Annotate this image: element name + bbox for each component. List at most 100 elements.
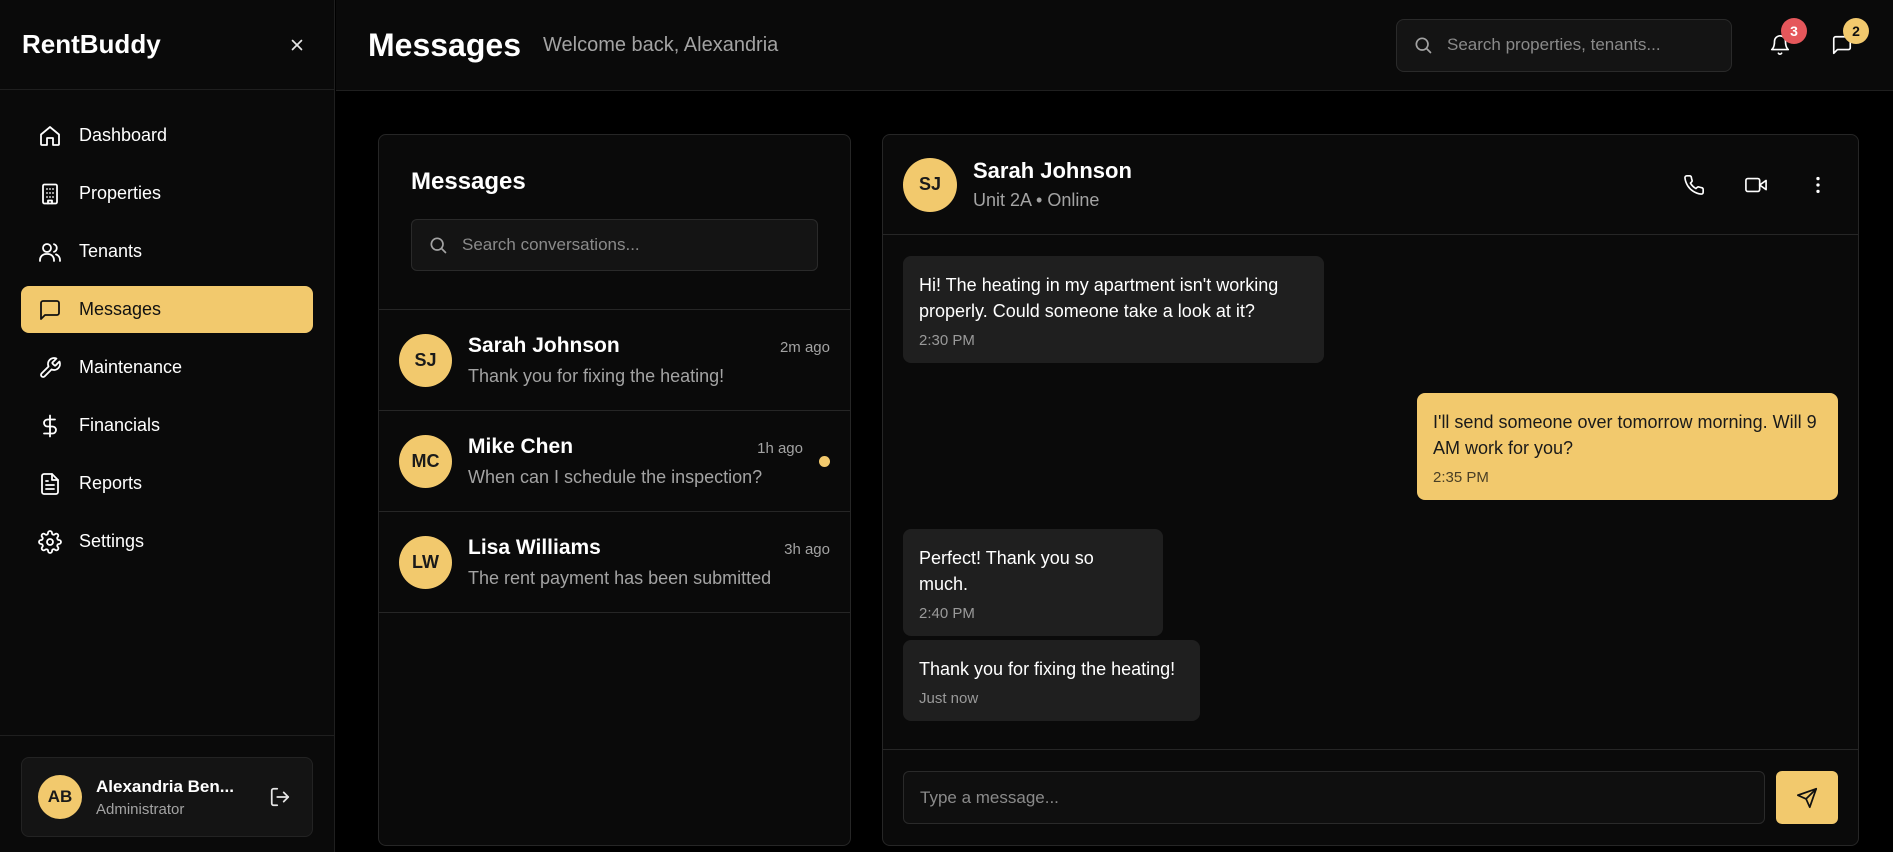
conversation-time: 3h ago xyxy=(784,540,830,558)
sidebar-item-financials[interactable]: Financials xyxy=(21,402,313,449)
chat-contact-status: Unit 2A • Online xyxy=(973,190,1100,210)
conversation-time: 2m ago xyxy=(779,338,830,356)
conversation-name: Lisa Williams xyxy=(468,535,601,559)
home-icon xyxy=(37,123,63,149)
logout-icon xyxy=(270,787,290,807)
unread-indicator xyxy=(819,455,830,467)
sidebar-item-messages[interactable]: Messages xyxy=(21,286,313,333)
message-time: 2:30 PM xyxy=(919,332,975,349)
chat-contact-info: Sarah Johnson Unit 2A • Online xyxy=(973,158,1658,211)
chat-actions xyxy=(1674,165,1838,205)
more-vertical-icon xyxy=(1816,176,1820,193)
sidebar: RentBuddy Dashboard Properties Tenants M… xyxy=(0,0,335,852)
conversation-search-input[interactable] xyxy=(462,235,801,255)
conversation-list-title: Messages xyxy=(411,168,526,195)
conversation-list-panel: Messages SJ Sarah Johnson 2m ago Thank y… xyxy=(378,134,851,846)
conversation-body: Sarah Johnson 2m ago Thank you for fixin… xyxy=(468,334,830,387)
search-icon xyxy=(1415,37,1432,54)
conversation-body: Lisa Williams 3h ago The rent payment ha… xyxy=(468,536,830,589)
chat-panel: SJ Sarah Johnson Unit 2A • Online Hi! Th… xyxy=(882,134,1859,846)
message-bubble-incoming: Hi! The heating in my apartment isn't wo… xyxy=(903,256,1324,363)
conversation-item-sarah-johnson[interactable]: SJ Sarah Johnson 2m ago Thank you for fi… xyxy=(379,310,850,411)
sidebar-item-properties[interactable]: Properties xyxy=(21,170,313,217)
sidebar-footer: AB Alexandria Ben... Administrator xyxy=(0,735,334,852)
message-time: Just now xyxy=(919,690,979,707)
call-button[interactable] xyxy=(1674,165,1714,205)
messages-button[interactable]: 2 xyxy=(1822,18,1869,65)
conversation-search[interactable] xyxy=(411,219,818,271)
message-input-wrapper[interactable] xyxy=(903,771,1765,824)
chat-messages: Hi! The heating in my apartment isn't wo… xyxy=(883,235,1858,751)
message-text: Thank you for fixing the heating! xyxy=(919,659,1176,679)
more-options-button[interactable] xyxy=(1798,165,1838,205)
file-text-icon xyxy=(37,471,63,497)
close-icon xyxy=(291,39,303,50)
notifications-badge: 3 xyxy=(1781,18,1807,44)
conversation-top: Mike Chen 1h ago xyxy=(468,435,803,459)
chat-header: SJ Sarah Johnson Unit 2A • Online xyxy=(883,135,1858,235)
video-call-button[interactable] xyxy=(1736,165,1776,205)
sidebar-item-label: Settings xyxy=(79,531,145,551)
avatar: MC xyxy=(399,434,452,488)
send-button[interactable] xyxy=(1776,771,1838,824)
conversation-name: Mike Chen xyxy=(468,434,574,458)
avatar: SJ xyxy=(903,157,957,212)
sidebar-item-label: Financials xyxy=(79,415,161,435)
avatar: SJ xyxy=(399,333,452,387)
chat-contact-name: Sarah Johnson xyxy=(973,158,1132,183)
close-sidebar-button[interactable] xyxy=(282,30,312,60)
brand-logo: RentBuddy xyxy=(22,29,161,59)
notifications-button[interactable]: 3 xyxy=(1760,18,1807,65)
user-name: Alexandria Ben... xyxy=(96,776,234,796)
conversation-name: Sarah Johnson xyxy=(468,333,620,357)
message-text: Perfect! Thank you so much. xyxy=(919,548,1094,594)
building-icon xyxy=(37,181,63,207)
conversation-top: Lisa Williams 3h ago xyxy=(468,536,830,560)
send-icon xyxy=(1796,787,1818,808)
message-text: Hi! The heating in my apartment isn't wo… xyxy=(919,275,1279,321)
page-title: Messages xyxy=(368,26,521,63)
video-icon xyxy=(1745,177,1767,192)
global-search-input[interactable] xyxy=(1447,35,1715,55)
sidebar-item-label: Reports xyxy=(79,473,143,493)
message-bubble-outgoing: I'll send someone over tomorrow morning.… xyxy=(1417,393,1838,500)
sidebar-item-tenants[interactable]: Tenants xyxy=(21,228,313,275)
welcome-text: Welcome back, Alexandria xyxy=(542,33,779,56)
sidebar-item-label: Properties xyxy=(79,183,162,203)
sidebar-item-maintenance[interactable]: Maintenance xyxy=(21,344,313,391)
conversation-preview: The rent payment has been submitted xyxy=(468,567,772,588)
sidebar-item-label: Tenants xyxy=(79,241,143,261)
conversation-item-lisa-williams[interactable]: LW Lisa Williams 3h ago The rent payment… xyxy=(379,512,850,613)
logout-button[interactable] xyxy=(264,781,296,813)
phone-icon xyxy=(1684,174,1704,195)
brand-bar: RentBuddy xyxy=(0,0,334,90)
sidebar-item-reports[interactable]: Reports xyxy=(21,460,313,507)
user-card: AB Alexandria Ben... Administrator xyxy=(21,757,313,837)
avatar: LW xyxy=(399,535,452,589)
message-text: I'll send someone over tomorrow morning.… xyxy=(1433,412,1817,458)
wrench-icon xyxy=(37,355,63,381)
message-bubble-incoming: Thank you for fixing the heating! Just n… xyxy=(903,640,1200,721)
sidebar-item-label: Messages xyxy=(79,299,162,319)
sidebar-nav: Dashboard Properties Tenants Messages Ma… xyxy=(0,90,334,565)
conversation-top: Sarah Johnson 2m ago xyxy=(468,334,830,358)
message-bubble-incoming: Perfect! Thank you so much. 2:40 PM xyxy=(903,529,1163,636)
message-input[interactable] xyxy=(920,787,1748,808)
sidebar-item-label: Maintenance xyxy=(79,357,183,377)
sidebar-item-settings[interactable]: Settings xyxy=(21,518,313,565)
global-search[interactable] xyxy=(1396,18,1732,72)
message-square-icon xyxy=(37,297,63,323)
sidebar-item-dashboard[interactable]: Dashboard xyxy=(21,112,313,159)
user-role: Administrator xyxy=(96,800,185,818)
conversation-time: 1h ago xyxy=(757,439,803,457)
dollar-icon xyxy=(37,413,63,439)
avatar: AB xyxy=(38,775,82,819)
messages-badge: 2 xyxy=(1843,18,1869,44)
message-composer xyxy=(883,749,1858,845)
users-icon xyxy=(37,239,63,265)
top-header: Messages Welcome back, Alexandria 3 2 xyxy=(336,0,1893,91)
conversation-preview: Thank you for fixing the heating! xyxy=(468,365,725,386)
conversation-preview: When can I schedule the inspection? xyxy=(468,466,763,487)
conversation-item-mike-chen[interactable]: MC Mike Chen 1h ago When can I schedule … xyxy=(379,411,850,512)
message-time: 2:35 PM xyxy=(1433,469,1489,486)
